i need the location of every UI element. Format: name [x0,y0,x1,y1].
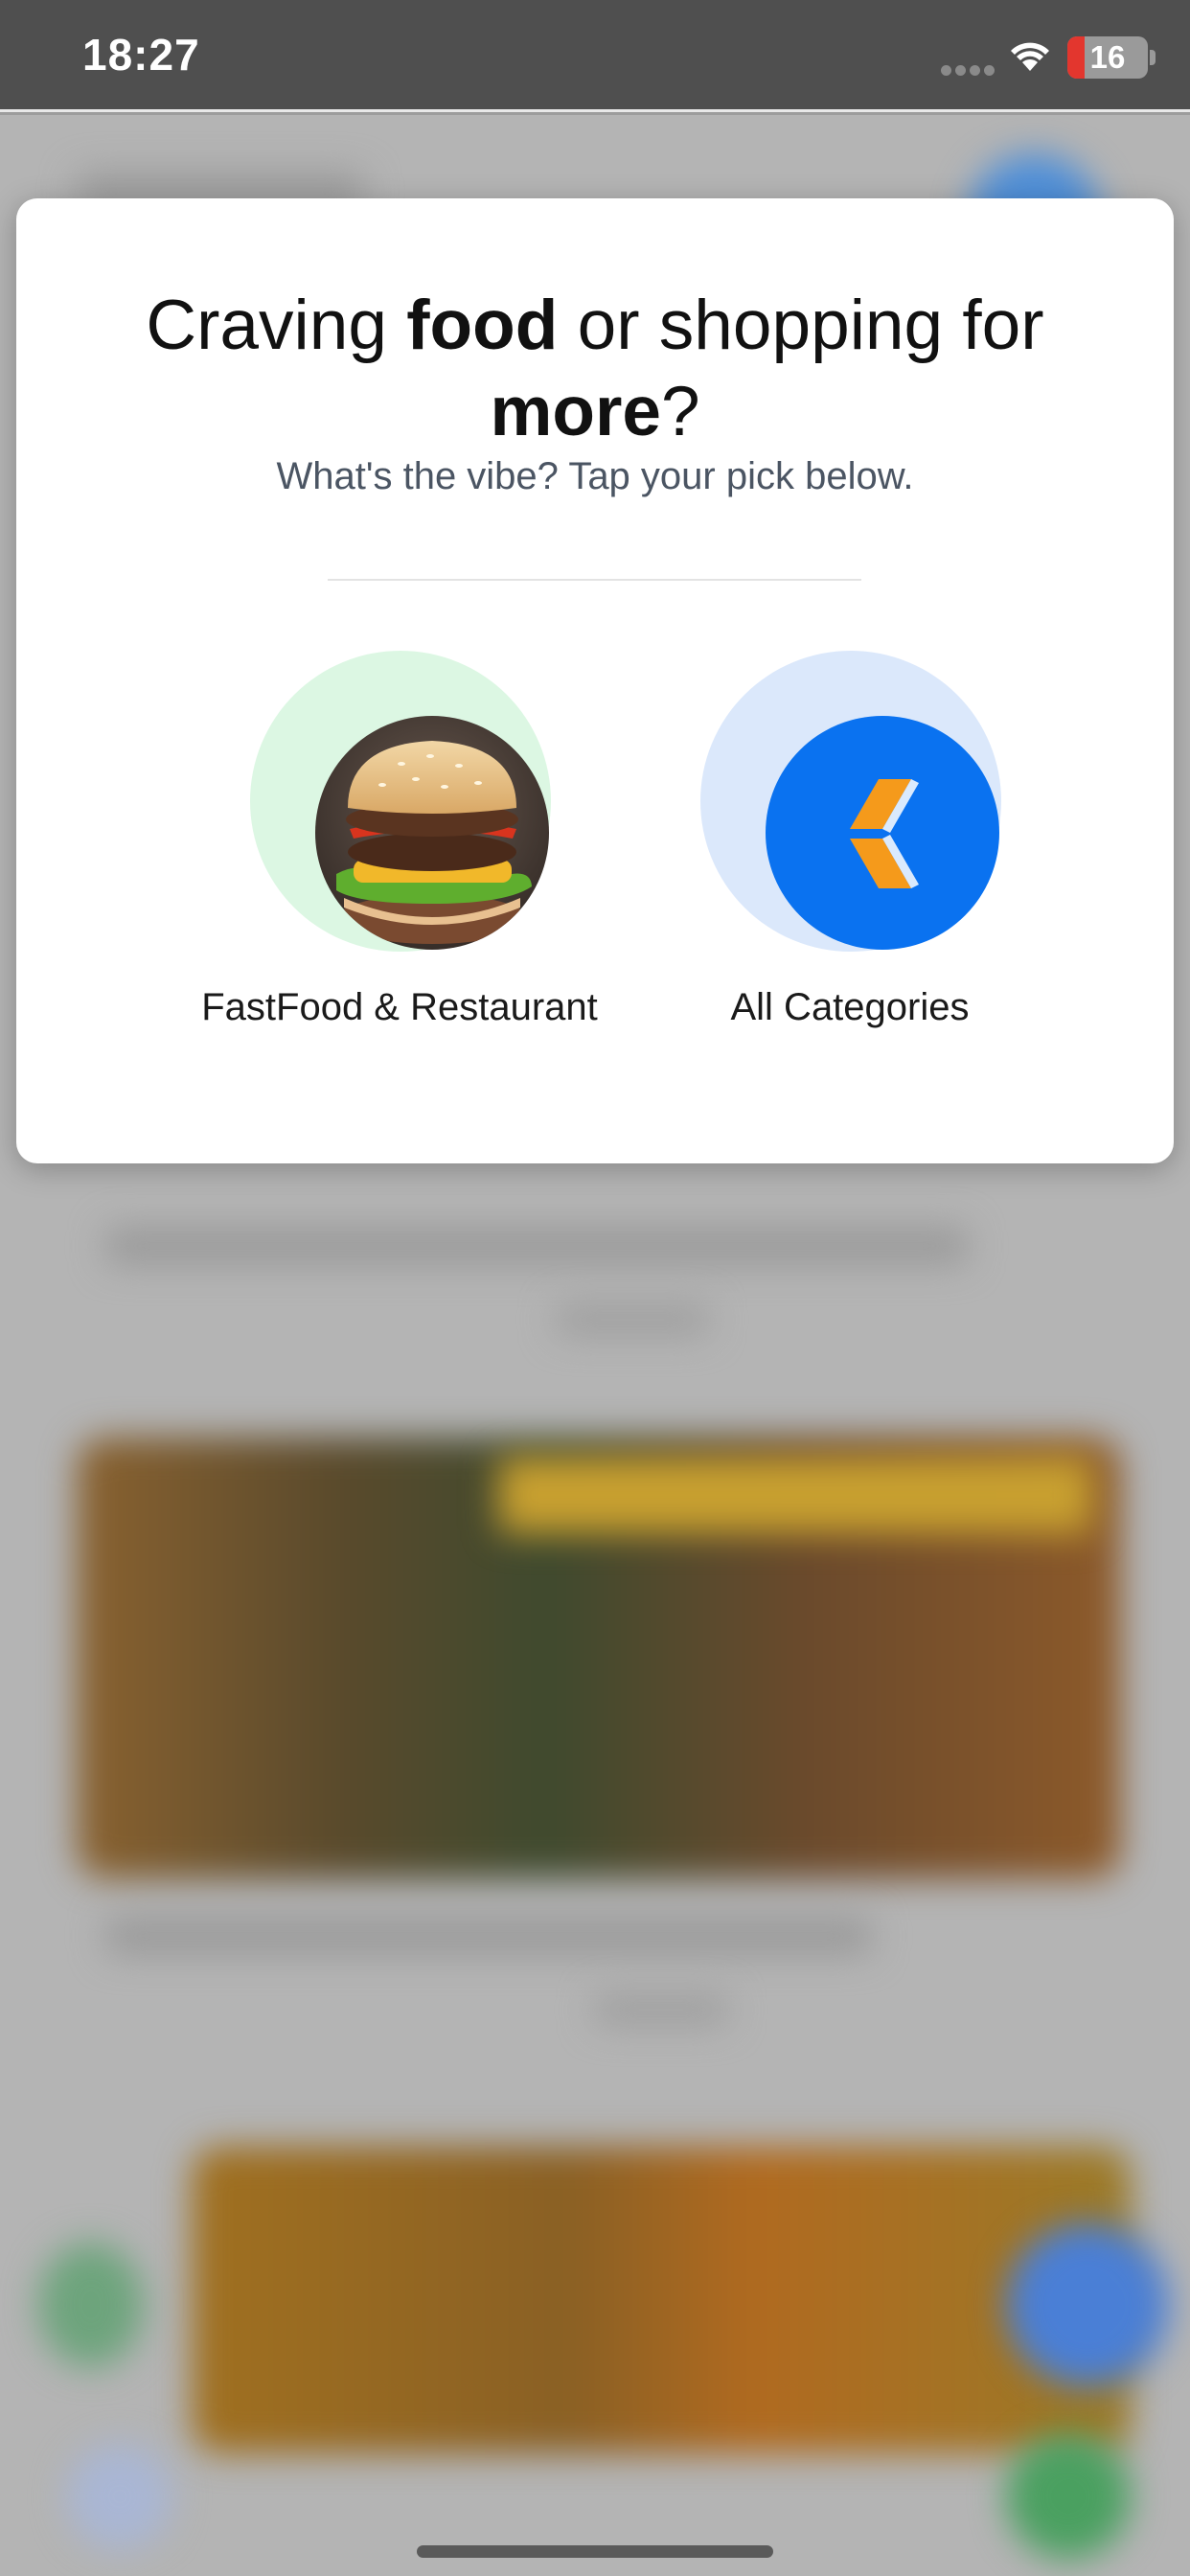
fastfood-restaurant-option[interactable]: FastFood & Restaurant [189,651,610,1063]
burger-icon [315,716,549,950]
home-indicator[interactable] [417,2545,773,2558]
bg-banner-title [498,1457,1092,1533]
fastfood-restaurant-label: FastFood & Restaurant [201,986,598,1028]
title-text-2: or shopping for [558,287,1044,364]
bg-left-fab [38,2242,144,2367]
divider [328,579,861,581]
status-time: 18:27 [82,30,200,80]
battery-tip [1150,50,1156,65]
wifi-icon [1011,42,1049,71]
bg-food-banner-2 [192,2147,1131,2453]
status-bar: 18:27 16 [0,0,1190,112]
battery-icon: 16 [1067,36,1148,79]
all-categories-label: All Categories [730,986,970,1028]
title-bold-food: food [406,287,559,364]
battery-percentage: 16 [1089,39,1126,75]
bg-fab-green [1006,2434,1131,2559]
bg-card-text-2 [105,1917,872,1955]
category-choice-dialog: Craving food or shopping for more? What'… [16,198,1174,1163]
bg-card-subtext-2 [594,1993,728,2026]
title-text-3: ? [660,373,700,450]
dialog-title: Craving food or shopping for more? [74,283,1116,455]
dialog-subtitle: What's the vibe? Tap your pick below. [276,455,914,497]
bg-card-text [105,1227,968,1265]
all-categories-logo-icon [766,716,999,950]
bg-fab-blue [1006,2223,1169,2386]
bg-nav-item [67,2444,172,2549]
title-bold-more: more [490,373,661,450]
all-categories-option[interactable]: All Categories [639,651,1061,1063]
signal-icon [941,63,998,80]
title-text-1: Craving [146,287,407,364]
bg-card-subtext [556,1303,709,1336]
